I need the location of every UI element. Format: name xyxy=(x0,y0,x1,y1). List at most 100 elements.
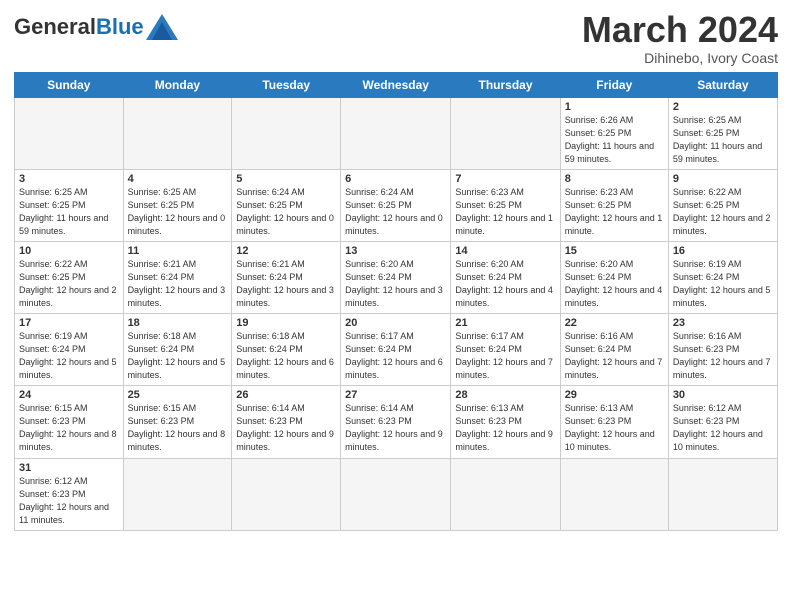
calendar-cell xyxy=(341,97,451,169)
day-number: 20 xyxy=(345,317,446,329)
calendar-cell xyxy=(123,458,232,530)
title-area: March 2024 Dihinebo, Ivory Coast xyxy=(582,10,778,66)
day-info: Sunrise: 6:17 AM Sunset: 6:24 PM Dayligh… xyxy=(345,330,446,382)
logo-text: GeneralBlue xyxy=(14,16,144,38)
day-info: Sunrise: 6:19 AM Sunset: 6:24 PM Dayligh… xyxy=(673,258,773,310)
calendar-header: Sunday Monday Tuesday Wednesday Thursday… xyxy=(15,72,778,97)
col-monday: Monday xyxy=(123,72,232,97)
day-info: Sunrise: 6:26 AM Sunset: 6:25 PM Dayligh… xyxy=(565,114,664,166)
day-number: 8 xyxy=(565,173,664,185)
calendar-cell: 2Sunrise: 6:25 AM Sunset: 6:25 PM Daylig… xyxy=(668,97,777,169)
col-tuesday: Tuesday xyxy=(232,72,341,97)
day-info: Sunrise: 6:16 AM Sunset: 6:23 PM Dayligh… xyxy=(673,330,773,382)
day-info: Sunrise: 6:20 AM Sunset: 6:24 PM Dayligh… xyxy=(455,258,555,310)
logo-area: GeneralBlue xyxy=(14,10,178,40)
day-number: 10 xyxy=(19,245,119,257)
day-number: 31 xyxy=(19,462,119,474)
calendar-body: 1Sunrise: 6:26 AM Sunset: 6:25 PM Daylig… xyxy=(15,97,778,530)
day-info: Sunrise: 6:24 AM Sunset: 6:25 PM Dayligh… xyxy=(345,186,446,238)
day-info: Sunrise: 6:25 AM Sunset: 6:25 PM Dayligh… xyxy=(19,186,119,238)
calendar-cell: 19Sunrise: 6:18 AM Sunset: 6:24 PM Dayli… xyxy=(232,314,341,386)
day-number: 30 xyxy=(673,389,773,401)
location-subtitle: Dihinebo, Ivory Coast xyxy=(582,50,778,66)
logo-blue: Blue xyxy=(96,14,144,39)
calendar-cell: 6Sunrise: 6:24 AM Sunset: 6:25 PM Daylig… xyxy=(341,169,451,241)
day-info: Sunrise: 6:21 AM Sunset: 6:24 PM Dayligh… xyxy=(128,258,228,310)
day-number: 14 xyxy=(455,245,555,257)
col-sunday: Sunday xyxy=(15,72,124,97)
day-info: Sunrise: 6:12 AM Sunset: 6:23 PM Dayligh… xyxy=(19,475,119,527)
day-info: Sunrise: 6:23 AM Sunset: 6:25 PM Dayligh… xyxy=(455,186,555,238)
day-info: Sunrise: 6:18 AM Sunset: 6:24 PM Dayligh… xyxy=(236,330,336,382)
calendar-cell: 1Sunrise: 6:26 AM Sunset: 6:25 PM Daylig… xyxy=(560,97,668,169)
day-info: Sunrise: 6:20 AM Sunset: 6:24 PM Dayligh… xyxy=(345,258,446,310)
day-number: 3 xyxy=(19,173,119,185)
page: GeneralBlue March 2024 Dihinebo, Ivory C… xyxy=(0,0,792,612)
calendar-week-6: 31Sunrise: 6:12 AM Sunset: 6:23 PM Dayli… xyxy=(15,458,778,530)
calendar-cell: 3Sunrise: 6:25 AM Sunset: 6:25 PM Daylig… xyxy=(15,169,124,241)
calendar-cell: 10Sunrise: 6:22 AM Sunset: 6:25 PM Dayli… xyxy=(15,241,124,313)
calendar-cell: 11Sunrise: 6:21 AM Sunset: 6:24 PM Dayli… xyxy=(123,241,232,313)
day-info: Sunrise: 6:17 AM Sunset: 6:24 PM Dayligh… xyxy=(455,330,555,382)
calendar-cell: 8Sunrise: 6:23 AM Sunset: 6:25 PM Daylig… xyxy=(560,169,668,241)
day-number: 19 xyxy=(236,317,336,329)
header: GeneralBlue March 2024 Dihinebo, Ivory C… xyxy=(14,10,778,66)
day-number: 28 xyxy=(455,389,555,401)
day-number: 13 xyxy=(345,245,446,257)
col-thursday: Thursday xyxy=(451,72,560,97)
calendar-week-1: 1Sunrise: 6:26 AM Sunset: 6:25 PM Daylig… xyxy=(15,97,778,169)
day-info: Sunrise: 6:19 AM Sunset: 6:24 PM Dayligh… xyxy=(19,330,119,382)
day-number: 23 xyxy=(673,317,773,329)
calendar-cell: 28Sunrise: 6:13 AM Sunset: 6:23 PM Dayli… xyxy=(451,386,560,458)
day-info: Sunrise: 6:16 AM Sunset: 6:24 PM Dayligh… xyxy=(565,330,664,382)
calendar-cell xyxy=(341,458,451,530)
day-number: 18 xyxy=(128,317,228,329)
calendar-cell: 24Sunrise: 6:15 AM Sunset: 6:23 PM Dayli… xyxy=(15,386,124,458)
calendar-cell xyxy=(560,458,668,530)
day-info: Sunrise: 6:15 AM Sunset: 6:23 PM Dayligh… xyxy=(19,402,119,454)
day-info: Sunrise: 6:20 AM Sunset: 6:24 PM Dayligh… xyxy=(565,258,664,310)
day-info: Sunrise: 6:13 AM Sunset: 6:23 PM Dayligh… xyxy=(565,402,664,454)
calendar-cell xyxy=(232,458,341,530)
calendar-cell: 13Sunrise: 6:20 AM Sunset: 6:24 PM Dayli… xyxy=(341,241,451,313)
day-info: Sunrise: 6:22 AM Sunset: 6:25 PM Dayligh… xyxy=(19,258,119,310)
day-number: 1 xyxy=(565,101,664,113)
day-number: 17 xyxy=(19,317,119,329)
col-friday: Friday xyxy=(560,72,668,97)
calendar-cell: 7Sunrise: 6:23 AM Sunset: 6:25 PM Daylig… xyxy=(451,169,560,241)
calendar-cell: 14Sunrise: 6:20 AM Sunset: 6:24 PM Dayli… xyxy=(451,241,560,313)
calendar-cell: 21Sunrise: 6:17 AM Sunset: 6:24 PM Dayli… xyxy=(451,314,560,386)
day-info: Sunrise: 6:14 AM Sunset: 6:23 PM Dayligh… xyxy=(345,402,446,454)
col-wednesday: Wednesday xyxy=(341,72,451,97)
day-number: 25 xyxy=(128,389,228,401)
calendar-cell: 18Sunrise: 6:18 AM Sunset: 6:24 PM Dayli… xyxy=(123,314,232,386)
calendar-cell: 5Sunrise: 6:24 AM Sunset: 6:25 PM Daylig… xyxy=(232,169,341,241)
calendar-cell: 20Sunrise: 6:17 AM Sunset: 6:24 PM Dayli… xyxy=(341,314,451,386)
calendar-cell xyxy=(123,97,232,169)
calendar-cell: 29Sunrise: 6:13 AM Sunset: 6:23 PM Dayli… xyxy=(560,386,668,458)
calendar-cell: 23Sunrise: 6:16 AM Sunset: 6:23 PM Dayli… xyxy=(668,314,777,386)
calendar-cell: 9Sunrise: 6:22 AM Sunset: 6:25 PM Daylig… xyxy=(668,169,777,241)
day-info: Sunrise: 6:21 AM Sunset: 6:24 PM Dayligh… xyxy=(236,258,336,310)
day-info: Sunrise: 6:12 AM Sunset: 6:23 PM Dayligh… xyxy=(673,402,773,454)
day-info: Sunrise: 6:14 AM Sunset: 6:23 PM Dayligh… xyxy=(236,402,336,454)
day-number: 27 xyxy=(345,389,446,401)
calendar-cell xyxy=(232,97,341,169)
month-title: March 2024 xyxy=(582,10,778,50)
calendar-cell: 26Sunrise: 6:14 AM Sunset: 6:23 PM Dayli… xyxy=(232,386,341,458)
calendar-cell xyxy=(668,458,777,530)
calendar-cell: 30Sunrise: 6:12 AM Sunset: 6:23 PM Dayli… xyxy=(668,386,777,458)
calendar-cell: 17Sunrise: 6:19 AM Sunset: 6:24 PM Dayli… xyxy=(15,314,124,386)
day-info: Sunrise: 6:23 AM Sunset: 6:25 PM Dayligh… xyxy=(565,186,664,238)
day-number: 29 xyxy=(565,389,664,401)
calendar-cell xyxy=(451,458,560,530)
day-number: 12 xyxy=(236,245,336,257)
calendar-cell: 15Sunrise: 6:20 AM Sunset: 6:24 PM Dayli… xyxy=(560,241,668,313)
calendar-cell: 12Sunrise: 6:21 AM Sunset: 6:24 PM Dayli… xyxy=(232,241,341,313)
day-number: 24 xyxy=(19,389,119,401)
calendar-cell: 25Sunrise: 6:15 AM Sunset: 6:23 PM Dayli… xyxy=(123,386,232,458)
calendar-week-3: 10Sunrise: 6:22 AM Sunset: 6:25 PM Dayli… xyxy=(15,241,778,313)
calendar-cell: 27Sunrise: 6:14 AM Sunset: 6:23 PM Dayli… xyxy=(341,386,451,458)
day-info: Sunrise: 6:18 AM Sunset: 6:24 PM Dayligh… xyxy=(128,330,228,382)
day-number: 11 xyxy=(128,245,228,257)
